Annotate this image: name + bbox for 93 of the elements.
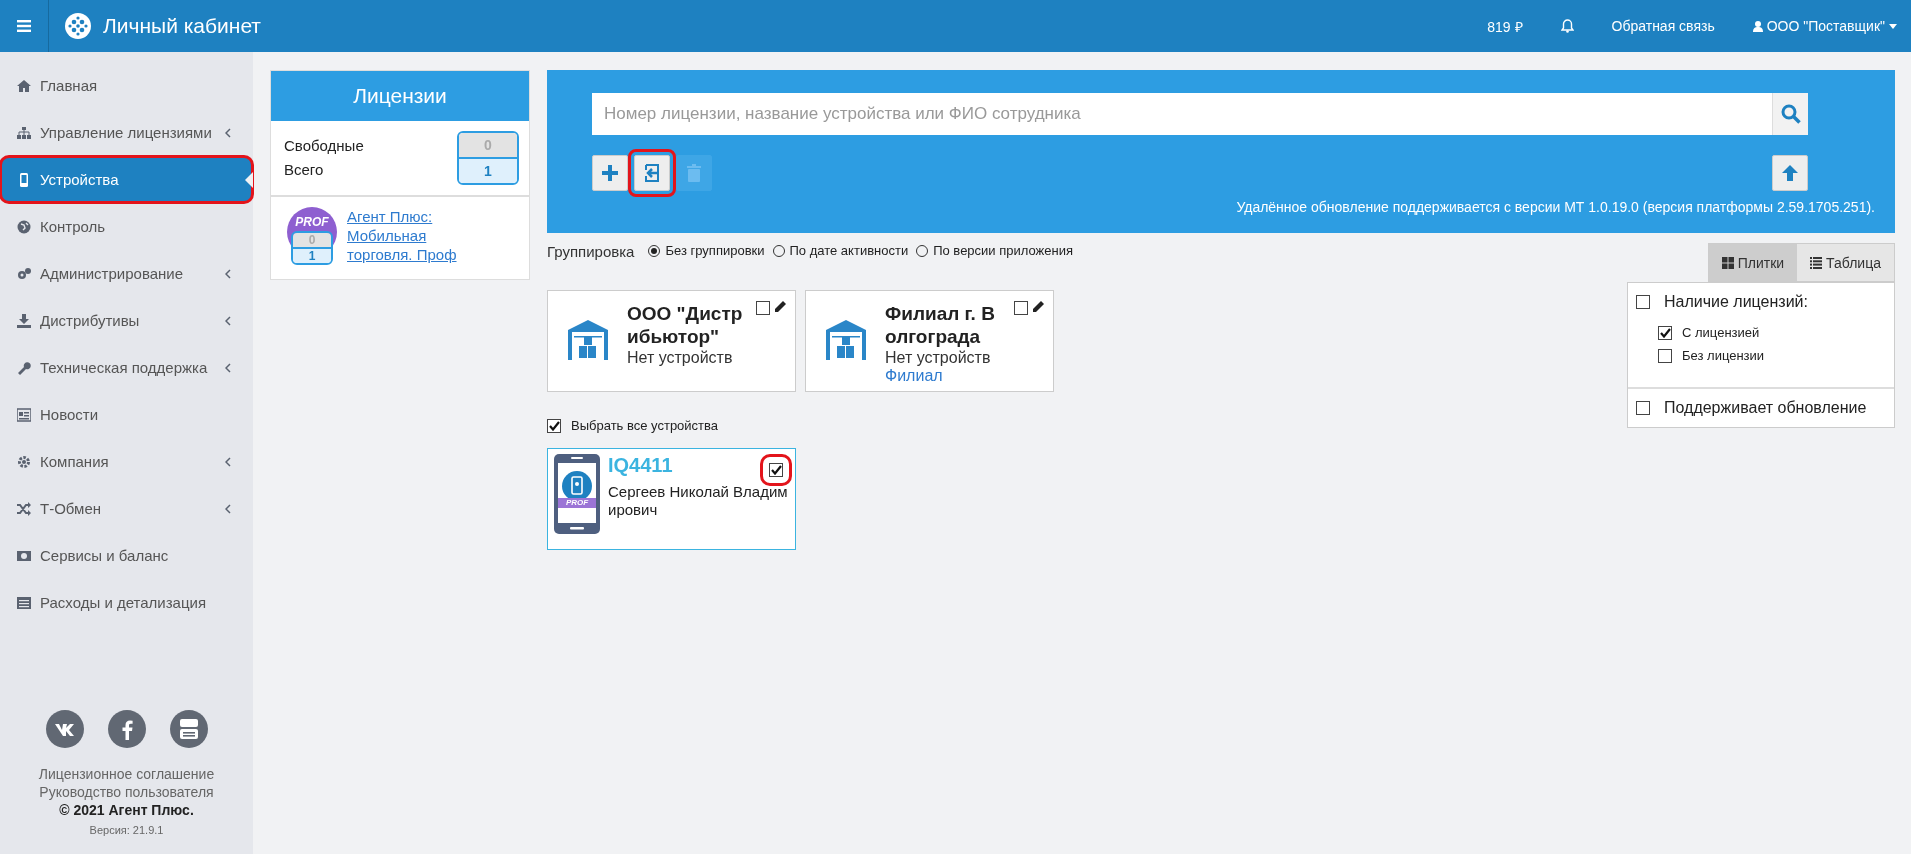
organization-card[interactable]: Филиал г. Волгограда Нет устройств Филиал [805,290,1054,392]
checkbox[interactable] [1014,301,1028,315]
checkbox[interactable] [1636,295,1650,309]
checkbox[interactable] [769,463,783,477]
bell-icon[interactable] [1560,19,1574,33]
sidebar-item[interactable]: Новости [0,391,253,438]
phone-icon [17,172,31,187]
menu-icon[interactable] [17,20,31,32]
plus-icon [600,163,620,183]
search-button[interactable] [1772,93,1808,135]
checkbox[interactable] [1658,348,1672,363]
sidebar-item[interactable]: Администрирование [0,250,253,297]
social-network-icon[interactable] [45,710,84,748]
chevron-icon [225,127,231,138]
phone-license-icon [554,454,600,534]
organization-status: Нет устройств [627,349,734,367]
filter-title: Наличие лицензий: [1664,293,1808,311]
chevron-icon [225,315,231,326]
pencil-icon[interactable] [1032,300,1045,313]
list-icon [17,595,31,610]
shuffle-icon [17,501,31,516]
view-tab[interactable]: Плитки [1708,244,1798,281]
home-icon [17,78,31,93]
organization-name: Филиал г. Волгограда [885,302,996,348]
sidebar-item[interactable]: Компания [0,438,253,485]
upload-button[interactable] [1772,155,1808,191]
grouping-label: Группировка [547,243,635,260]
chevron-icon [225,362,231,373]
panel-title: Лицензии [271,71,529,121]
arrow-up-icon [1781,164,1799,182]
checkbox[interactable] [756,301,770,315]
checkbox[interactable] [547,418,561,433]
import-icon [642,163,662,183]
license-counter: 0 1 [291,231,333,265]
sidebar-item[interactable]: Устройства [0,156,253,203]
search-icon [1780,104,1801,124]
organization-name: ООО "Дистрибьютор" [627,302,744,348]
sidebar-item[interactable]: Сервисы и баланс [0,532,253,579]
organization-card[interactable]: ООО "Дистрибьютор" Нет устройств [547,290,796,392]
banknote-icon [17,548,31,563]
chevron-icon [225,503,231,514]
download-icon [17,313,31,328]
device-user: Сергеев Николай Владимирович [608,483,789,519]
add-button[interactable] [592,155,628,191]
video-site-icon[interactable] [169,710,208,748]
checkbox[interactable] [1636,401,1650,415]
free-label: Свободные [284,136,364,156]
radio-option[interactable]: Без группировки [648,243,765,258]
sidebar-item[interactable]: Дистрибутивы [0,297,253,344]
sidebar-item[interactable]: Контроль [0,203,253,250]
total-label: Всего [284,160,325,180]
organization-status: Нет устройств [885,349,992,367]
select-all-label: Выбрать все устройства [571,418,719,433]
license-label: PROF [564,498,590,508]
account-menu[interactable]: ООО "Поставщик" [1766,18,1885,34]
checkbox[interactable] [1658,325,1672,340]
gears-icon [17,266,31,281]
newspaper-icon [17,407,31,422]
footer-link[interactable]: Лицензионное соглашение [38,766,215,782]
trash-icon [684,163,704,183]
sidebar-item[interactable]: Т-Обмен [0,485,253,532]
license-counter: 0 1 [457,131,519,185]
organization-type: Филиал [885,367,944,385]
list-icon [1810,256,1823,269]
user-icon [1752,20,1763,32]
footer-link[interactable]: Руководство пользователя [39,784,214,800]
filter-option: Без лицензии [1682,348,1765,363]
version-text: Версия: 21.9.1 [89,824,164,836]
copyright-text: © 2021 Агент Плюс. [59,802,194,818]
wrench-icon [17,360,31,375]
sidebar-item[interactable]: Управление лицензиями [0,109,253,156]
update-note: Удалённое обновление поддерживается с версии МТ 1.0.19.0 (версия платформы 2.59.1705.251). [1235,199,1875,215]
chevron-icon [225,456,231,467]
feedback-link[interactable]: Обратная связь [1611,18,1715,34]
pencil-icon[interactable] [774,300,787,313]
device-card[interactable]: PROF IQ4411 Сергеев Николай Владимирович [547,448,796,550]
caret-icon[interactable] [1889,23,1897,29]
grid-icon [1721,256,1734,269]
radio-option[interactable]: По версии приложения [916,243,1073,258]
chevron-icon [225,268,231,279]
view-tab[interactable]: Таблица [1797,244,1894,281]
sidebar-item[interactable]: Техническая поддержка [0,344,253,391]
filter-option: С лицензией [1682,325,1760,340]
sitemap-icon [17,125,31,140]
sidebar-item[interactable]: Главная [0,62,253,109]
balance-text: 819 ₽ [1487,17,1523,36]
filter-title: Поддерживает обновление [1664,399,1867,417]
radio-option[interactable]: По дате активности [772,243,909,258]
app-title: Личный кабинет [103,14,261,38]
social-network-icon[interactable] [107,710,146,748]
product-link[interactable]: Агент Плюс: Мобильная торговля. Проф [347,207,477,265]
sidebar-item[interactable]: Расходы и детализация [0,579,253,626]
logo-icon [65,13,91,39]
